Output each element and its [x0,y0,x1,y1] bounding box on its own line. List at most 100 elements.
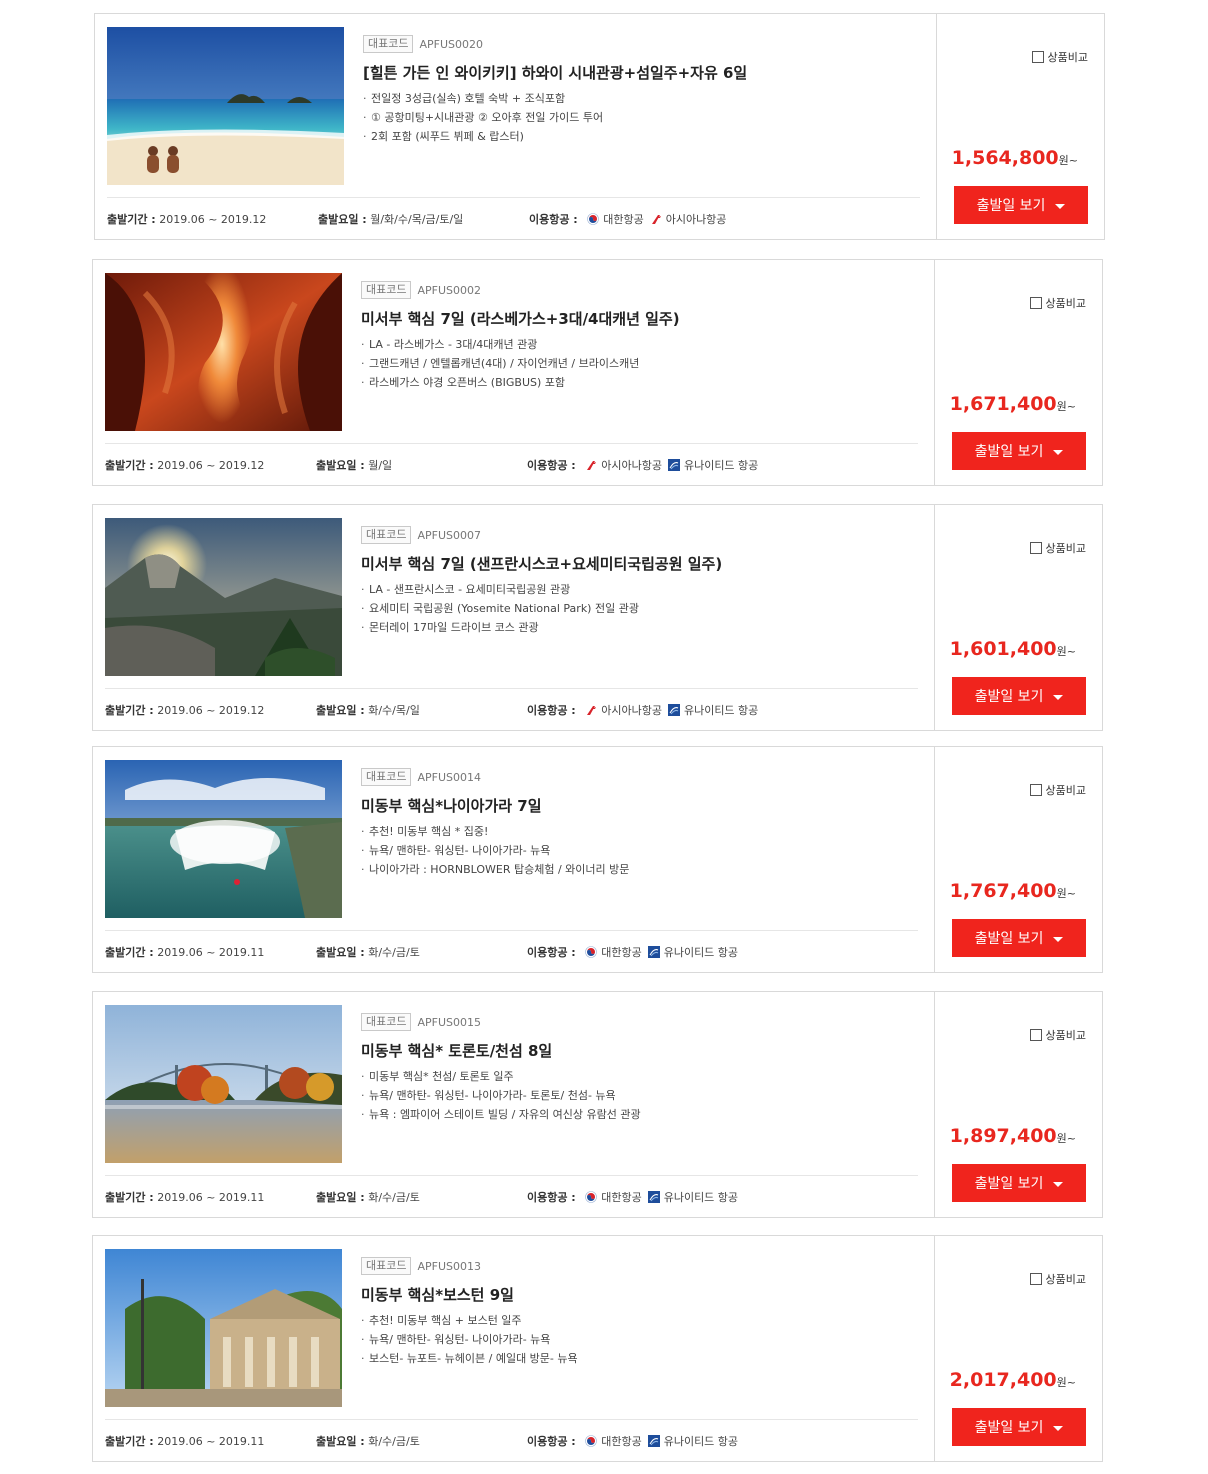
checkbox-icon[interactable] [1031,51,1044,63]
button-label: 출발일 보기 [974,444,1044,460]
product-info: 대표코드 APFUS0015 미동부 핵심* 토론토/천섬 8일 미동부 핵심*… [361,1013,922,1124]
product-title[interactable]: 미동부 핵심*나이아가라 7일 [361,795,922,817]
departure-period: 출발기간 : 2019.06 ~ 2019.11 [105,1189,264,1205]
departure-days: 출발요일 : 화/수/금/토 [316,1433,420,1449]
period-value: 2019.06 ~ 2019.12 [159,212,267,226]
feature-item: 뉴욕/ 맨하탄- 워싱턴- 나이아가라- 뉴욕 [361,1330,922,1349]
code-row: 대표코드 APFUS0020 [363,35,924,53]
feature-item: 나이아가라 : HORNBLOWER 탑승체험 / 와이너리 방문 [361,860,922,879]
airline-name: 유나이티드 항공 [663,946,739,959]
checkbox-icon[interactable] [1029,542,1042,554]
product-meta: 출발기간 : 2019.06 ~ 2019.12 출발요일 : 화/수/목/일 … [105,688,918,730]
compare-label: 상품비교 [1045,297,1086,310]
feature-item: 뉴욕/ 맨하탄- 워싱턴- 나이아가라- 토론토/ 천섬- 뉴욕 [361,1086,922,1105]
product-card: 대표코드 APFUS0020 [힐튼 가든 인 와이키키] 하와이 시내관광+섬… [94,13,1105,240]
compare-label: 상품비교 [1045,542,1086,555]
view-schedule-button[interactable]: 출발일 보기 [952,677,1086,715]
button-label: 출발일 보기 [974,689,1044,705]
price: 2,017,400원~ [950,1369,1076,1391]
antelope-canyon-photo [105,273,342,431]
view-schedule-button[interactable]: 출발일 보기 [952,1164,1086,1202]
caret-down-icon [1053,694,1064,700]
airlines: 이용항공 : 아시아나항공 유나이티드 항공 [527,457,758,473]
airline-item: 대한항공 [585,1433,642,1449]
checkbox-icon[interactable] [1029,1273,1042,1285]
view-schedule-button[interactable]: 출발일 보기 [952,1408,1086,1446]
checkbox-icon[interactable] [1029,1029,1042,1041]
korean-air-icon [585,946,601,958]
product-meta: 출발기간 : 2019.06 ~ 2019.12 출발요일 : 월/화/수/목/… [107,197,920,239]
airline-item: 대한항공 [585,944,642,960]
product-main: 대표코드 APFUS0020 [힐튼 가든 인 와이키키] 하와이 시내관광+섬… [95,14,936,239]
product-thumbnail[interactable] [107,27,344,185]
feature-list: LA - 샌프란시스코 - 요세미티국립공원 관광요세미티 국립공원 (Yose… [361,580,922,637]
feature-item: 몬터레이 17마일 드라이브 코스 관광 [361,618,922,637]
product-side: 상품비교 1,897,400원~ 출발일 보기 [934,992,1102,1217]
code-badge: 대표코드 [361,526,412,544]
product-thumbnail[interactable] [105,518,342,676]
boston-market-photo [105,1249,342,1407]
period-label: 출발기간 : [105,946,154,959]
compare-checkbox[interactable]: 상품비교 [1029,540,1086,556]
view-schedule-button[interactable]: 출발일 보기 [954,186,1088,224]
product-title[interactable]: [힐튼 가든 인 와이키키] 하와이 시내관광+섬일주+자유 6일 [363,62,924,84]
airline-item: 유나이티드 항공 [647,1189,738,1205]
airline-name: 대한항공 [603,213,644,226]
price-value: 1,564,800 [951,147,1059,169]
price-value: 1,671,400 [949,393,1057,415]
product-meta: 출발기간 : 2019.06 ~ 2019.11 출발요일 : 화/수/금/토 … [105,1175,918,1217]
united-icon [647,1435,664,1447]
period-value: 2019.06 ~ 2019.11 [157,1190,265,1204]
days-label: 출발요일 : [316,946,365,959]
thousand-islands-photo [105,1005,342,1163]
compare-checkbox[interactable]: 상품비교 [1029,1271,1086,1287]
airline-item: 유나이티드 항공 [667,457,758,473]
niagara-falls-photo [105,760,342,918]
view-schedule-button[interactable]: 출발일 보기 [952,919,1086,957]
feature-item: 그랜드캐년 / 엔텔롭캐년(4대) / 자이언캐년 / 브라이스캐년 [361,354,922,373]
compare-checkbox[interactable]: 상품비교 [1031,49,1088,65]
checkbox-icon[interactable] [1029,784,1042,796]
price-unit: 원~ [1056,1132,1076,1145]
days-value: 화/수/금/토 [368,946,420,959]
button-label: 출발일 보기 [976,198,1046,214]
period-value: 2019.06 ~ 2019.12 [157,703,265,717]
code-row: 대표코드 APFUS0007 [361,526,922,544]
product-thumbnail[interactable] [105,1005,342,1163]
product-title[interactable]: 미동부 핵심*보스턴 9일 [361,1284,922,1306]
product-meta: 출발기간 : 2019.06 ~ 2019.11 출발요일 : 화/수/금/토 … [105,1419,918,1461]
view-schedule-button[interactable]: 출발일 보기 [952,432,1086,470]
product-title[interactable]: 미서부 핵심 7일 (샌프란시스코+요세미티국립공원 일주) [361,553,922,575]
product-thumbnail[interactable] [105,1249,342,1407]
product-thumbnail[interactable] [105,273,342,431]
product-thumbnail[interactable] [105,760,342,918]
price: 1,601,400원~ [950,638,1076,660]
departure-period: 출발기간 : 2019.06 ~ 2019.12 [107,211,266,227]
feature-list: LA - 라스베가스 - 3대/4대캐년 관광그랜드캐년 / 엔텔롭캐년(4대)… [361,335,922,392]
days-value: 월/일 [368,459,393,472]
compare-label: 상품비교 [1045,1029,1086,1042]
airline-item: 아시아나항공 [585,457,662,473]
period-label: 출발기간 : [105,1435,154,1448]
checkbox-icon[interactable] [1029,297,1042,309]
days-value: 월/화/수/목/금/토/일 [370,213,464,226]
product-card: 대표코드 APFUS0013 미동부 핵심*보스턴 9일 추천! 미동부 핵심 … [92,1235,1103,1462]
product-card: 대표코드 APFUS0015 미동부 핵심* 토론토/천섬 8일 미동부 핵심*… [92,991,1103,1218]
compare-checkbox[interactable]: 상품비교 [1029,1027,1086,1043]
airline-item: 유나이티드 항공 [647,1433,738,1449]
airline-item: 유나이티드 항공 [647,944,739,960]
price: 1,897,400원~ [950,1125,1076,1147]
product-info: 대표코드 APFUS0013 미동부 핵심*보스턴 9일 추천! 미동부 핵심 … [361,1257,922,1368]
compare-checkbox[interactable]: 상품비교 [1029,782,1086,798]
product-title[interactable]: 미동부 핵심* 토론토/천섬 8일 [361,1040,922,1062]
code-badge: 대표코드 [361,768,412,786]
price-value: 1,601,400 [949,638,1057,660]
feature-item: ① 공항미팅+시내관광 ② 오아후 전일 가이드 투어 [363,108,924,127]
departure-period: 출발기간 : 2019.06 ~ 2019.11 [105,944,264,960]
product-code: APFUS0002 [417,283,481,297]
united-icon [647,1191,664,1203]
airline-item: 아시아나항공 [585,702,662,718]
airlines: 이용항공 : 대한항공 유나이티드 항공 [527,1433,738,1449]
product-title[interactable]: 미서부 핵심 7일 (라스베가스+3대/4대캐년 일주) [361,308,922,330]
compare-checkbox[interactable]: 상품비교 [1029,295,1086,311]
